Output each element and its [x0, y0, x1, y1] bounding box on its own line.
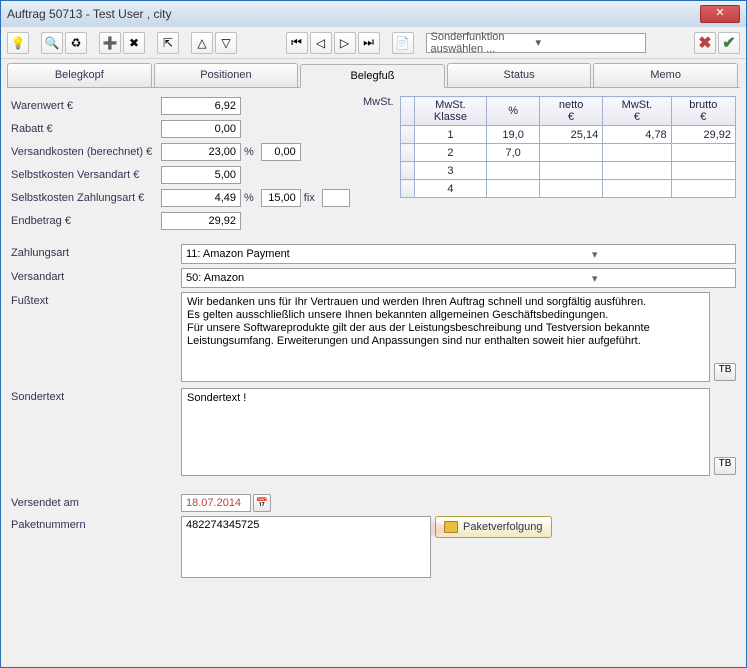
- mwst-table: MwSt. Klasse % netto € MwSt. € brutto € …: [400, 96, 736, 198]
- paketverfolgung-button[interactable]: Paketverfolgung: [435, 516, 552, 538]
- mwst-col-klasse: MwSt. Klasse: [414, 97, 487, 126]
- endbetrag-input[interactable]: [161, 212, 241, 230]
- new-icon[interactable]: ➕: [99, 32, 121, 54]
- chevron-down-icon: ▾: [459, 272, 732, 285]
- tab-positionen[interactable]: Positionen: [154, 63, 299, 87]
- last-icon[interactable]: ⏭: [358, 32, 380, 54]
- selbstkosten-versand-label: Selbstkosten Versandart €: [11, 169, 161, 181]
- mwst-label: MwSt.: [363, 96, 394, 198]
- mwst-col-brutto: brutto €: [671, 97, 735, 126]
- versandkosten-label: Versandkosten (berechnet) €: [11, 146, 161, 158]
- next-icon[interactable]: ▷: [334, 32, 356, 54]
- titlebar: Auftrag 50713 - Test User , city ✕: [1, 1, 746, 27]
- tab-belegkopf[interactable]: Belegkopf: [7, 63, 152, 87]
- export-icon[interactable]: ⇱: [157, 32, 179, 54]
- mwst-row: 3: [400, 162, 735, 180]
- delete-icon[interactable]: ✖: [123, 32, 145, 54]
- sondertext-tb-button[interactable]: TB: [714, 457, 736, 475]
- mwst-corner: [400, 97, 414, 126]
- tab-belegfuss[interactable]: Belegfuß: [300, 64, 445, 88]
- fusstext-label: Fußtext: [11, 292, 181, 307]
- zahlungsart-label: Zahlungsart: [11, 244, 181, 259]
- zoom-icon[interactable]: 🔍: [41, 32, 63, 54]
- sondertext-label: Sondertext: [11, 388, 181, 403]
- paketnummern-textarea[interactable]: 482274345725: [181, 516, 431, 578]
- sondertext-textarea[interactable]: Sondertext !: [181, 388, 710, 476]
- mwst-col-mwst: MwSt. €: [603, 97, 671, 126]
- up-icon[interactable]: △: [191, 32, 213, 54]
- fix-input[interactable]: [322, 189, 350, 207]
- chevron-down-icon: ▾: [536, 36, 641, 49]
- mwst-col-pct: %: [487, 97, 540, 126]
- tab-content: Warenwert € Rabatt € Versandkosten (bere…: [1, 88, 746, 666]
- ok-button[interactable]: ✔: [718, 32, 740, 54]
- tab-memo[interactable]: Memo: [593, 63, 738, 87]
- mwst-row: 119,025,144,7829,92: [400, 126, 735, 144]
- warenwert-input[interactable]: [161, 97, 241, 115]
- copy-icon[interactable]: 📄: [392, 32, 414, 54]
- folder-icon: [444, 521, 458, 533]
- mwst-row: 27,0: [400, 144, 735, 162]
- mwst-col-netto: netto €: [539, 97, 602, 126]
- selbstkosten-zahl-label: Selbstkosten Zahlungsart €: [11, 192, 161, 204]
- special-function-combo[interactable]: Sonderfunktion auswählen ... ▾: [426, 33, 646, 53]
- tab-status[interactable]: Status: [447, 63, 592, 87]
- prev-icon[interactable]: ◁: [310, 32, 332, 54]
- refresh-icon[interactable]: ♻: [65, 32, 87, 54]
- rabatt-input[interactable]: [161, 120, 241, 138]
- order-window: Auftrag 50713 - Test User , city ✕ 💡 🔍 ♻…: [0, 0, 747, 668]
- chevron-down-icon: ▾: [459, 248, 732, 261]
- endbetrag-label: Endbetrag €: [11, 215, 161, 227]
- versendet-label: Versendet am: [11, 494, 181, 509]
- fusstext-textarea[interactable]: Wir bedanken uns für Ihr Vertrauen und w…: [181, 292, 710, 382]
- mwst-row: 4: [400, 180, 735, 198]
- versandart-label: Versandart: [11, 268, 181, 283]
- tabs: Belegkopf Positionen Belegfuß Status Mem…: [7, 63, 740, 88]
- versandart-combo[interactable]: 50: Amazon ▾: [181, 268, 736, 288]
- warenwert-label: Warenwert €: [11, 100, 161, 112]
- down-icon[interactable]: ▽: [215, 32, 237, 54]
- bulb-icon[interactable]: 💡: [7, 32, 29, 54]
- cancel-button[interactable]: ✖: [694, 32, 716, 54]
- versendet-date-input[interactable]: [181, 494, 251, 512]
- fix-label: fix: [304, 192, 315, 204]
- selbstkosten-versand-input[interactable]: [161, 166, 241, 184]
- versandkosten-pct-input[interactable]: [261, 143, 301, 161]
- window-close-button[interactable]: ✕: [700, 5, 740, 23]
- calendar-icon[interactable]: 📅: [253, 494, 271, 512]
- rabatt-label: Rabatt €: [11, 123, 161, 135]
- versandkosten-input[interactable]: [161, 143, 241, 161]
- percent-symbol: %: [244, 146, 254, 158]
- zahlungsart-combo[interactable]: 11: Amazon Payment ▾: [181, 244, 736, 264]
- toolbar: 💡 🔍 ♻ ➕ ✖ ⇱ △ ▽ ⏮ ◁ ▷ ⏭ 📄 Sonderfunktion…: [1, 27, 746, 59]
- paketnummern-label: Paketnummern: [11, 516, 181, 531]
- percent-symbol-2: %: [244, 192, 254, 204]
- first-icon[interactable]: ⏮: [286, 32, 308, 54]
- selbstkosten-zahl-input[interactable]: [161, 189, 241, 207]
- window-title: Auftrag 50713 - Test User , city: [7, 7, 700, 21]
- special-function-placeholder: Sonderfunktion auswählen ...: [431, 31, 536, 55]
- fusstext-tb-button[interactable]: TB: [714, 363, 736, 381]
- selbstkosten-zahl-pct-input[interactable]: [261, 189, 301, 207]
